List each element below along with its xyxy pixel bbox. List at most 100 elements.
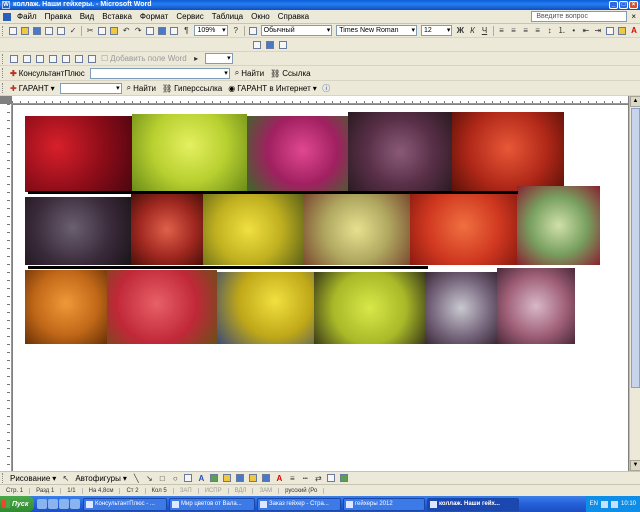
print-icon[interactable] [44, 25, 54, 36]
heuchera-photo[interactable] [25, 270, 107, 344]
font-select[interactable]: Times New Roman [336, 25, 417, 36]
toolbar-grip[interactable] [2, 83, 5, 93]
info-icon[interactable]: ⓘ [321, 83, 332, 94]
toolbar-grip[interactable] [2, 53, 5, 64]
garant-internet-button[interactable]: ◉ ГАРАНТ в Интернет ▾ [225, 84, 320, 93]
media-icon[interactable] [59, 499, 69, 509]
menu-file[interactable]: Файл [13, 12, 41, 21]
line-color-icon[interactable] [261, 473, 272, 484]
heuchera-photo[interactable] [25, 197, 131, 265]
word-app-icon[interactable]: W [2, 1, 10, 9]
heuchera-photo[interactable] [203, 194, 304, 265]
zoom-select[interactable]: 109% [194, 25, 228, 36]
line-style-icon[interactable]: ≡ [287, 473, 298, 484]
heuchera-photo[interactable] [452, 112, 564, 192]
columns-icon[interactable] [157, 25, 167, 36]
line-spacing-icon[interactable]: ↕ [545, 25, 555, 36]
help-search-input[interactable]: Введите вопрос [531, 11, 628, 22]
garant-search-input[interactable] [59, 82, 122, 94]
form-props-icon[interactable] [47, 53, 58, 64]
menu-table[interactable]: Таблица [208, 12, 247, 21]
table-draw-icon[interactable] [251, 39, 262, 50]
heuchera-photo[interactable] [25, 116, 132, 192]
border-icon[interactable] [605, 25, 615, 36]
italic-icon[interactable]: К [467, 25, 477, 36]
oval-icon[interactable]: ○ [170, 473, 181, 484]
close-document-icon[interactable]: × [631, 12, 636, 21]
scroll-down-icon[interactable]: ▼ [630, 460, 640, 471]
desktop-icon[interactable] [48, 499, 58, 509]
volume-icon[interactable] [610, 500, 618, 508]
field-arrow-icon[interactable]: ▸ [191, 53, 202, 64]
clipart-icon[interactable] [222, 473, 233, 484]
garant-find-button[interactable]: ⌕ Найти [124, 83, 159, 93]
undo-icon[interactable]: ↶ [121, 25, 131, 36]
form-frame-icon[interactable] [73, 53, 84, 64]
task-consultant[interactable]: КонсультантПлюс - ... [83, 497, 167, 511]
fill-color-icon[interactable] [248, 473, 259, 484]
highlight-icon[interactable] [617, 25, 627, 36]
menu-view[interactable]: Вид [76, 12, 98, 21]
document-icon[interactable] [3, 12, 11, 21]
heuchera-photo[interactable] [304, 194, 410, 265]
heuchera-photo[interactable] [497, 268, 575, 344]
drawing-menu-button[interactable]: Рисование ▾ [7, 474, 59, 483]
form-shade-icon[interactable] [86, 53, 97, 64]
redo-icon[interactable]: ↷ [133, 25, 143, 36]
arrow-style-icon[interactable]: ⇄ [313, 473, 324, 484]
task-flowers-site[interactable]: Мир цветов от Вала... [169, 497, 255, 511]
status-language[interactable]: русский (Ро [279, 487, 325, 494]
table-erase-icon[interactable] [264, 39, 275, 50]
maximize-button[interactable]: □ [619, 1, 628, 9]
menu-help[interactable]: Справка [274, 12, 313, 21]
autoshapes-button[interactable]: Автофигуры ▾ [72, 474, 130, 483]
form-table-icon[interactable] [60, 53, 71, 64]
add-word-field-button[interactable]: ☐ Добавить поле Word [98, 54, 190, 63]
select-objects-icon[interactable]: ↖ [60, 473, 71, 484]
form-checkbox-icon[interactable] [21, 53, 32, 64]
toolbar-grip[interactable] [2, 25, 5, 36]
paste-icon[interactable] [109, 25, 119, 36]
insert-table-icon[interactable] [145, 25, 155, 36]
styles-pane-icon[interactable] [248, 25, 258, 36]
task-folder[interactable]: гейхеры 2012 [343, 497, 425, 511]
consultant-find-button[interactable]: ⌕ Найти [232, 68, 267, 78]
garant-menu-button[interactable]: ✚ ГАРАНТ ▾ [7, 84, 58, 93]
wordart-icon[interactable]: A [196, 473, 207, 484]
consultant-search-input[interactable] [89, 67, 230, 79]
align-left-icon[interactable]: ≡ [496, 25, 506, 36]
status-track[interactable]: ИСПР [199, 487, 229, 494]
task-word-document[interactable]: коллаж. Наши гейх... [427, 497, 519, 511]
heuchera-photo[interactable] [107, 270, 217, 344]
align-right-icon[interactable]: ≡ [521, 25, 531, 36]
dash-style-icon[interactable]: ┅ [300, 473, 311, 484]
align-center-icon[interactable]: ≡ [508, 25, 518, 36]
scroll-thumb[interactable] [631, 108, 640, 388]
heuchera-photo[interactable] [217, 272, 314, 344]
3d-icon[interactable] [339, 473, 350, 484]
show-formatting-icon[interactable]: ¶ [181, 25, 191, 36]
bullets-icon[interactable]: • [569, 25, 579, 36]
vertical-ruler[interactable] [0, 104, 12, 471]
heuchera-photo[interactable] [410, 194, 517, 265]
app-icon[interactable] [70, 499, 80, 509]
arrow-icon[interactable]: ↘ [144, 473, 155, 484]
heuchera-photo[interactable] [517, 186, 600, 265]
cut-icon[interactable]: ✂ [85, 25, 95, 36]
open-folder-icon[interactable] [20, 25, 30, 36]
browser-icon[interactable] [37, 499, 47, 509]
numbering-icon[interactable]: ⒈ [557, 25, 567, 36]
preview-icon[interactable] [56, 25, 66, 36]
style-select[interactable]: Обычный [260, 25, 333, 36]
status-overtype[interactable]: ЗАМ [253, 487, 280, 494]
rectangle-icon[interactable]: □ [157, 473, 168, 484]
network-icon[interactable] [600, 500, 608, 508]
drawing-icon[interactable] [169, 25, 179, 36]
close-button[interactable]: × [629, 1, 638, 9]
bold-icon[interactable]: Ж [455, 25, 465, 36]
shadow-icon[interactable] [326, 473, 337, 484]
heuchera-photo[interactable] [425, 272, 497, 344]
toolbar-grip[interactable] [2, 473, 5, 483]
status-record[interactable]: ЗАП [174, 487, 199, 494]
decrease-indent-icon[interactable]: ⇤ [581, 25, 591, 36]
